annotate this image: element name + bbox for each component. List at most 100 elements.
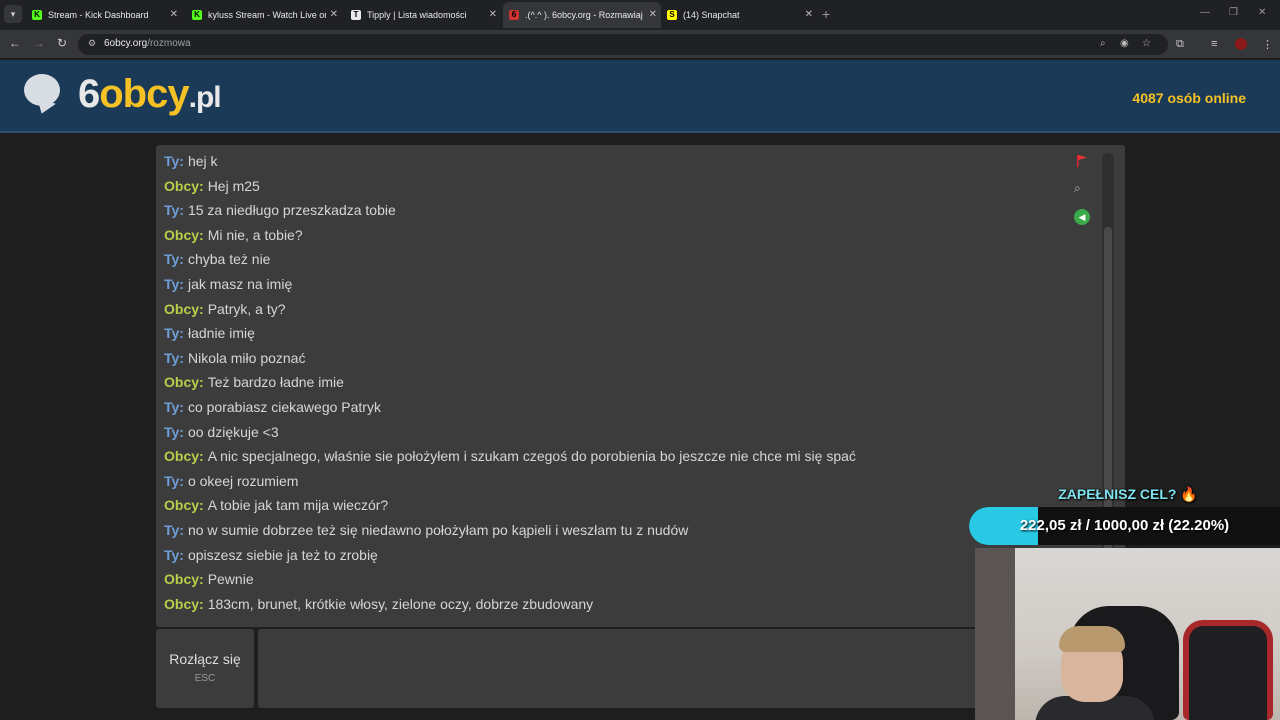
message-text: Pewnie <box>207 571 254 588</box>
bookmark-star-icon[interactable]: ☆ <box>1142 38 1151 49</box>
site-logo[interactable]: 6obcy.pl <box>78 72 222 117</box>
new-tab-button[interactable]: + <box>822 6 830 22</box>
zoom-icon[interactable]: ⌕ <box>1100 38 1106 49</box>
browser-tab[interactable]: T Tipply | Lista wiadomości ✕ <box>351 2 501 28</box>
tab-close-icon[interactable]: ✕ <box>330 2 338 28</box>
tab-favicon-icon: K <box>192 10 202 20</box>
window-close-button[interactable]: ✕ <box>1258 7 1266 18</box>
browser-tab[interactable]: S (14) Snapchat ✕ <box>667 2 817 28</box>
webcam-overlay <box>975 548 1280 720</box>
disconnect-hint: ESC <box>194 673 216 684</box>
message-sender: Ty: <box>164 423 184 440</box>
chat-message: Ty: chyba też nie <box>164 251 270 267</box>
message-text: A nic specjalnego, właśnie sie położyłem… <box>207 448 856 465</box>
chat-message: Obcy: Mi nie, a tobie? <box>164 227 303 243</box>
tab-favicon-icon: T <box>351 10 361 20</box>
chat-message: Obcy: Pewnie <box>164 571 254 587</box>
reading-list-icon[interactable]: ≡ <box>1211 38 1217 50</box>
message-text: o okeej rozumiem <box>187 472 299 489</box>
chat-message: Obcy: A tobie jak tam mija wieczór? <box>164 497 388 513</box>
message-sender: Obcy: <box>164 226 204 243</box>
chat-message: Obcy: 183cm, brunet, krótkie włosy, zielo… <box>164 596 593 612</box>
tab-title: kyluss Stream - Watch Live on Kick <box>208 10 326 20</box>
webcam-chair-red <box>1183 620 1273 720</box>
tab-close-icon[interactable]: ✕ <box>170 2 178 28</box>
message-sender: Ty: <box>164 153 184 169</box>
message-sender: Obcy: <box>164 300 204 317</box>
tab-favicon-icon: S <box>667 10 677 20</box>
chat-message: Ty: co porabiasz ciekawego Patryk <box>164 399 381 415</box>
message-text: Mi nie, a tobie? <box>207 226 303 243</box>
message-sender: Obcy: <box>164 497 204 514</box>
message-text: A tobie jak tam mija wieczór? <box>207 497 389 514</box>
address-bar[interactable]: ⚙ 6obcy.org/rozmowa ⌕ ◉ ☆ <box>78 34 1168 55</box>
sound-toggle-icon[interactable]: ◀ <box>1074 209 1090 225</box>
report-flag-icon[interactable] <box>1077 155 1087 167</box>
chat-message: Ty: 15 za niedługo przeszkadza tobie <box>164 202 396 218</box>
message-sender: Ty: <box>164 251 184 268</box>
chat-message: Obcy: Też bardzo ładne imie <box>164 374 344 390</box>
chat-message: Obcy: Patryk, a ty? <box>164 301 286 317</box>
tab-search-button[interactable]: ▾ <box>4 5 22 23</box>
tab-title: .(^.^ ). 6obcy.org - Rozmawiaj z <box>525 10 643 20</box>
browser-tab[interactable]: Kkyluss Stream - Watch Live on Kick ✕ <box>192 2 342 28</box>
donation-goal-text: 222,05 zł / 1000,00 zł (22.20%) <box>1019 517 1230 534</box>
message-sender: Ty: <box>164 325 184 342</box>
forward-button[interactable]: → <box>33 36 45 50</box>
message-sender: Ty: <box>164 349 184 366</box>
webcam-wall <box>975 548 1015 720</box>
reload-button[interactable]: ↻ <box>57 36 67 50</box>
browser-tab-bar: ▾ K Stream - Kick Dashboard ✕ Kkyluss Strea… <box>0 0 1280 30</box>
message-sender: Ty: <box>164 399 184 415</box>
message-text: oo dziękuje <3 <box>187 423 279 440</box>
site-header: 6obcy.pl 4087 osób online <box>0 60 1280 133</box>
tab-close-icon[interactable]: ✕ <box>649 2 657 28</box>
message-sender: Obcy: <box>164 448 204 465</box>
site-info-icon[interactable]: ⚙ <box>88 38 96 49</box>
extensions-icon[interactable]: ⧉ <box>1176 38 1184 51</box>
restore-button[interactable]: ❐ <box>1229 7 1238 18</box>
browser-toolbar: ← → ↻ ⚙ 6obcy.org/rozmowa ⌕ ◉ ☆ ⧉ ≡ ⋮ <box>0 30 1280 59</box>
message-sender: Ty: <box>164 522 184 538</box>
message-sender: Ty: <box>164 276 184 292</box>
message-sender: Obcy: <box>164 571 204 588</box>
message-text: hej k <box>187 153 218 169</box>
donation-goal-bar: 222,05 zł / 1000,00 zł (22.20%) <box>969 507 1280 545</box>
message-text: chyba też nie <box>187 251 271 268</box>
tab-title: Tipply | Lista wiadomości <box>367 10 467 20</box>
donation-goal-title: ZAPEŁNISZ CEL? 🔥 <box>1058 486 1198 502</box>
message-text: Też bardzo ładne imie <box>207 374 344 391</box>
tab-favicon-icon: 6 <box>509 10 519 20</box>
tab-favicon-icon: K <box>32 10 42 20</box>
chat-message: Obcy: Hej m25 <box>164 178 260 194</box>
minimize-button[interactable]: — <box>1200 7 1210 18</box>
chat-message: Ty: o okeej rozumiem <box>164 473 298 489</box>
tab-close-icon[interactable]: ✕ <box>805 2 813 28</box>
message-text: jak masz na imię <box>187 276 293 292</box>
tab-title: (14) Snapchat <box>683 10 740 20</box>
disconnect-button[interactable]: Rozłącz się ESC <box>156 629 254 708</box>
message-text: Hej m25 <box>207 177 260 194</box>
chat-message: Ty: opiszesz siebie ja też to zrobię <box>164 547 378 563</box>
magnifier-icon[interactable]: ⌕ <box>1074 181 1081 196</box>
back-button[interactable]: ← <box>9 36 21 50</box>
message-text: Patryk, a ty? <box>207 300 286 317</box>
message-sender: Ty: <box>164 202 184 219</box>
profile-avatar[interactable] <box>1235 38 1247 50</box>
chat-message: Ty: hej k <box>164 153 218 169</box>
message-sender: Obcy: <box>164 177 204 194</box>
browser-tab[interactable]: 6 .(^.^ ). 6obcy.org - Rozmawiaj z ✕ <box>503 2 661 28</box>
browser-tab[interactable]: K Stream - Kick Dashboard ✕ <box>32 2 182 28</box>
message-sender: Obcy: <box>164 374 204 391</box>
message-sender: Obcy: <box>164 595 204 612</box>
chat-message: Obcy: A nic specjalnego, właśnie sie poło… <box>164 448 856 464</box>
tracking-protection-icon[interactable]: ◉ <box>1120 38 1129 49</box>
message-text: opiszesz siebie ja też to zrobię <box>187 546 378 563</box>
message-text: Nikola miło poznać <box>187 349 306 366</box>
message-text: ładnie imię <box>187 325 255 342</box>
browser-menu-icon[interactable]: ⋮ <box>1262 38 1273 51</box>
chat-message: Ty: oo dziękuje <3 <box>164 424 279 440</box>
disconnect-label: Rozłącz się <box>169 651 241 667</box>
tab-close-icon[interactable]: ✕ <box>489 2 497 28</box>
message-text: 183cm, brunet, krótkie włosy, zielone oc… <box>207 595 594 612</box>
